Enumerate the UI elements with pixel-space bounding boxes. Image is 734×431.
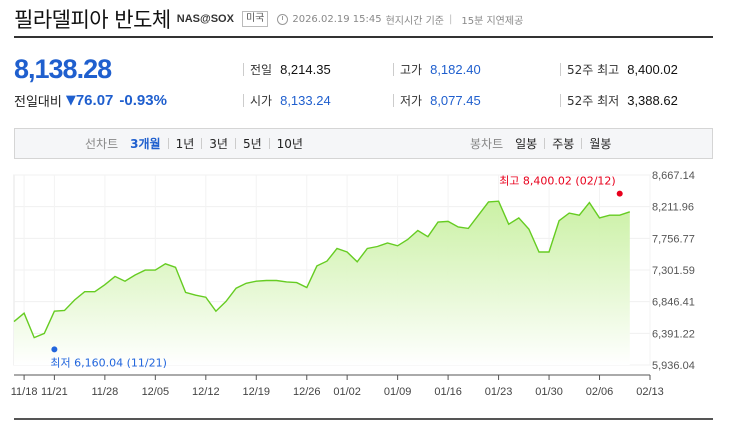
- stat-label: 52주 최고: [567, 63, 620, 77]
- y-tick-label: 6,391.22: [652, 328, 695, 340]
- stat-label: 52주 최저: [567, 94, 620, 108]
- x-tick-label: 11/28: [91, 386, 118, 398]
- y-tick-label: 8,211.96: [652, 202, 694, 214]
- x-tick-label: 01/23: [485, 386, 513, 398]
- page-header: 필라델피아 반도체 NAS@SOX 미국 2026.02.19 15:45 현지…: [14, 6, 523, 32]
- change-percent: -0.93%: [119, 92, 167, 109]
- delay-note: 15분 지연제공: [461, 15, 524, 27]
- min-point-label: 최저 6,160.04 (11/21): [50, 356, 167, 369]
- x-tick-label: 02/13: [636, 386, 664, 398]
- toolbar-separator: [581, 138, 583, 149]
- meta-separator: |: [449, 13, 453, 25]
- monthly-candle-button[interactable]: 월봉: [589, 135, 611, 152]
- candle-chart-group: 봉차트 일봉 주봉 월봉: [470, 129, 611, 158]
- daily-candle-button[interactable]: 일봉: [515, 135, 537, 152]
- chart-toolbar: 선차트 3개월 1년 3년 5년 10년 봉차트 일봉 주봉 월봉: [14, 128, 713, 159]
- stat-52w-high: 52주 최고 8,400.02: [560, 61, 678, 78]
- triangle-down-icon: ▼: [65, 93, 76, 108]
- x-tick-label: 12/12: [192, 386, 220, 398]
- footer-divider: [14, 418, 713, 420]
- x-tick-label: 01/02: [333, 386, 361, 398]
- toolbar-separator: [201, 138, 203, 149]
- stat-value: 8,214.35: [280, 62, 331, 77]
- period-1y-button[interactable]: 1년: [176, 135, 195, 152]
- stat-divider: [243, 94, 244, 107]
- symbol-code: NAS@SOX: [176, 13, 234, 25]
- line-chart-label: 선차트: [85, 137, 119, 151]
- stat-divider: [243, 63, 244, 76]
- x-tick-label: 02/06: [586, 386, 614, 398]
- stat-divider: [560, 63, 561, 76]
- y-tick-label: 5,936.04: [652, 360, 695, 372]
- max-point-label: 최고 8,400.02 (02/12): [499, 175, 616, 188]
- period-5y-button[interactable]: 5년: [243, 135, 262, 152]
- page-title: 필라델피아 반도체: [14, 8, 171, 32]
- change-value: 76.07: [75, 92, 114, 109]
- stat-value: 8,182.40: [430, 62, 481, 77]
- weekly-candle-button[interactable]: 주봉: [552, 135, 574, 152]
- change-label: 전일대비: [14, 95, 62, 110]
- stat-label: 고가: [400, 63, 423, 77]
- toolbar-separator: [167, 138, 169, 149]
- y-tick-label: 6,846.41: [652, 297, 695, 309]
- quote-datetime: 2026.02.19 15:45: [292, 13, 382, 25]
- stat-high: 고가 8,182.40: [393, 61, 481, 78]
- stat-value: 8,077.45: [430, 93, 481, 108]
- change-row: 전일대비 ▼ 76.07 -0.93%: [14, 91, 167, 110]
- period-3m-button[interactable]: 3개월: [130, 135, 160, 152]
- x-tick-label: 01/09: [384, 386, 412, 398]
- market-badge: 미국: [241, 11, 269, 27]
- stat-label: 저가: [400, 94, 423, 108]
- x-tick-label: 11/18: [11, 386, 38, 398]
- stat-divider: [560, 94, 561, 107]
- line-chart-group: 선차트 3개월 1년 3년 5년 10년: [85, 129, 303, 158]
- y-tick-label: 7,301.59: [652, 265, 695, 277]
- stat-divider: [393, 94, 394, 107]
- stat-label: 시가: [250, 94, 273, 108]
- toolbar-separator: [268, 138, 270, 149]
- x-tick-label: 01/16: [434, 386, 462, 398]
- stat-value: 8,133.24: [280, 93, 331, 108]
- stat-prev-close: 전일 8,214.35: [243, 61, 331, 78]
- current-price: 8,138.28: [14, 54, 112, 84]
- max-point-marker: [616, 190, 623, 197]
- candle-chart-label: 봉차트: [470, 137, 504, 151]
- stat-label: 전일: [250, 63, 273, 77]
- toolbar-separator: [234, 138, 236, 149]
- stat-52w-low: 52주 최저 3,388.62: [560, 92, 678, 109]
- x-tick-label: 01/30: [535, 386, 563, 398]
- price-area-chart[interactable]: 최고 8,400.02 (02/12) 최저 6,160.04 (11/21) 5…: [0, 165, 734, 415]
- stat-value: 3,388.62: [627, 93, 678, 108]
- x-tick-label: 12/26: [293, 386, 321, 398]
- stat-open: 시가 8,133.24: [243, 92, 331, 109]
- x-tick-label: 12/19: [243, 386, 271, 398]
- y-tick-label: 7,756.77: [652, 233, 695, 245]
- stat-low: 저가 8,077.45: [393, 92, 481, 109]
- header-divider: [14, 36, 713, 38]
- period-10y-button[interactable]: 10년: [277, 135, 303, 152]
- clock-icon: [277, 13, 289, 25]
- min-point-marker: [51, 346, 58, 353]
- period-3y-button[interactable]: 3년: [209, 135, 228, 152]
- x-tick-label: 11/21: [41, 386, 68, 398]
- stat-divider: [393, 63, 394, 76]
- x-tick-label: 12/05: [142, 386, 170, 398]
- timezone-note: 현지시간 기준: [385, 15, 444, 27]
- stat-value: 8,400.02: [627, 62, 678, 77]
- y-tick-label: 8,667.14: [652, 170, 695, 182]
- toolbar-separator: [544, 138, 546, 149]
